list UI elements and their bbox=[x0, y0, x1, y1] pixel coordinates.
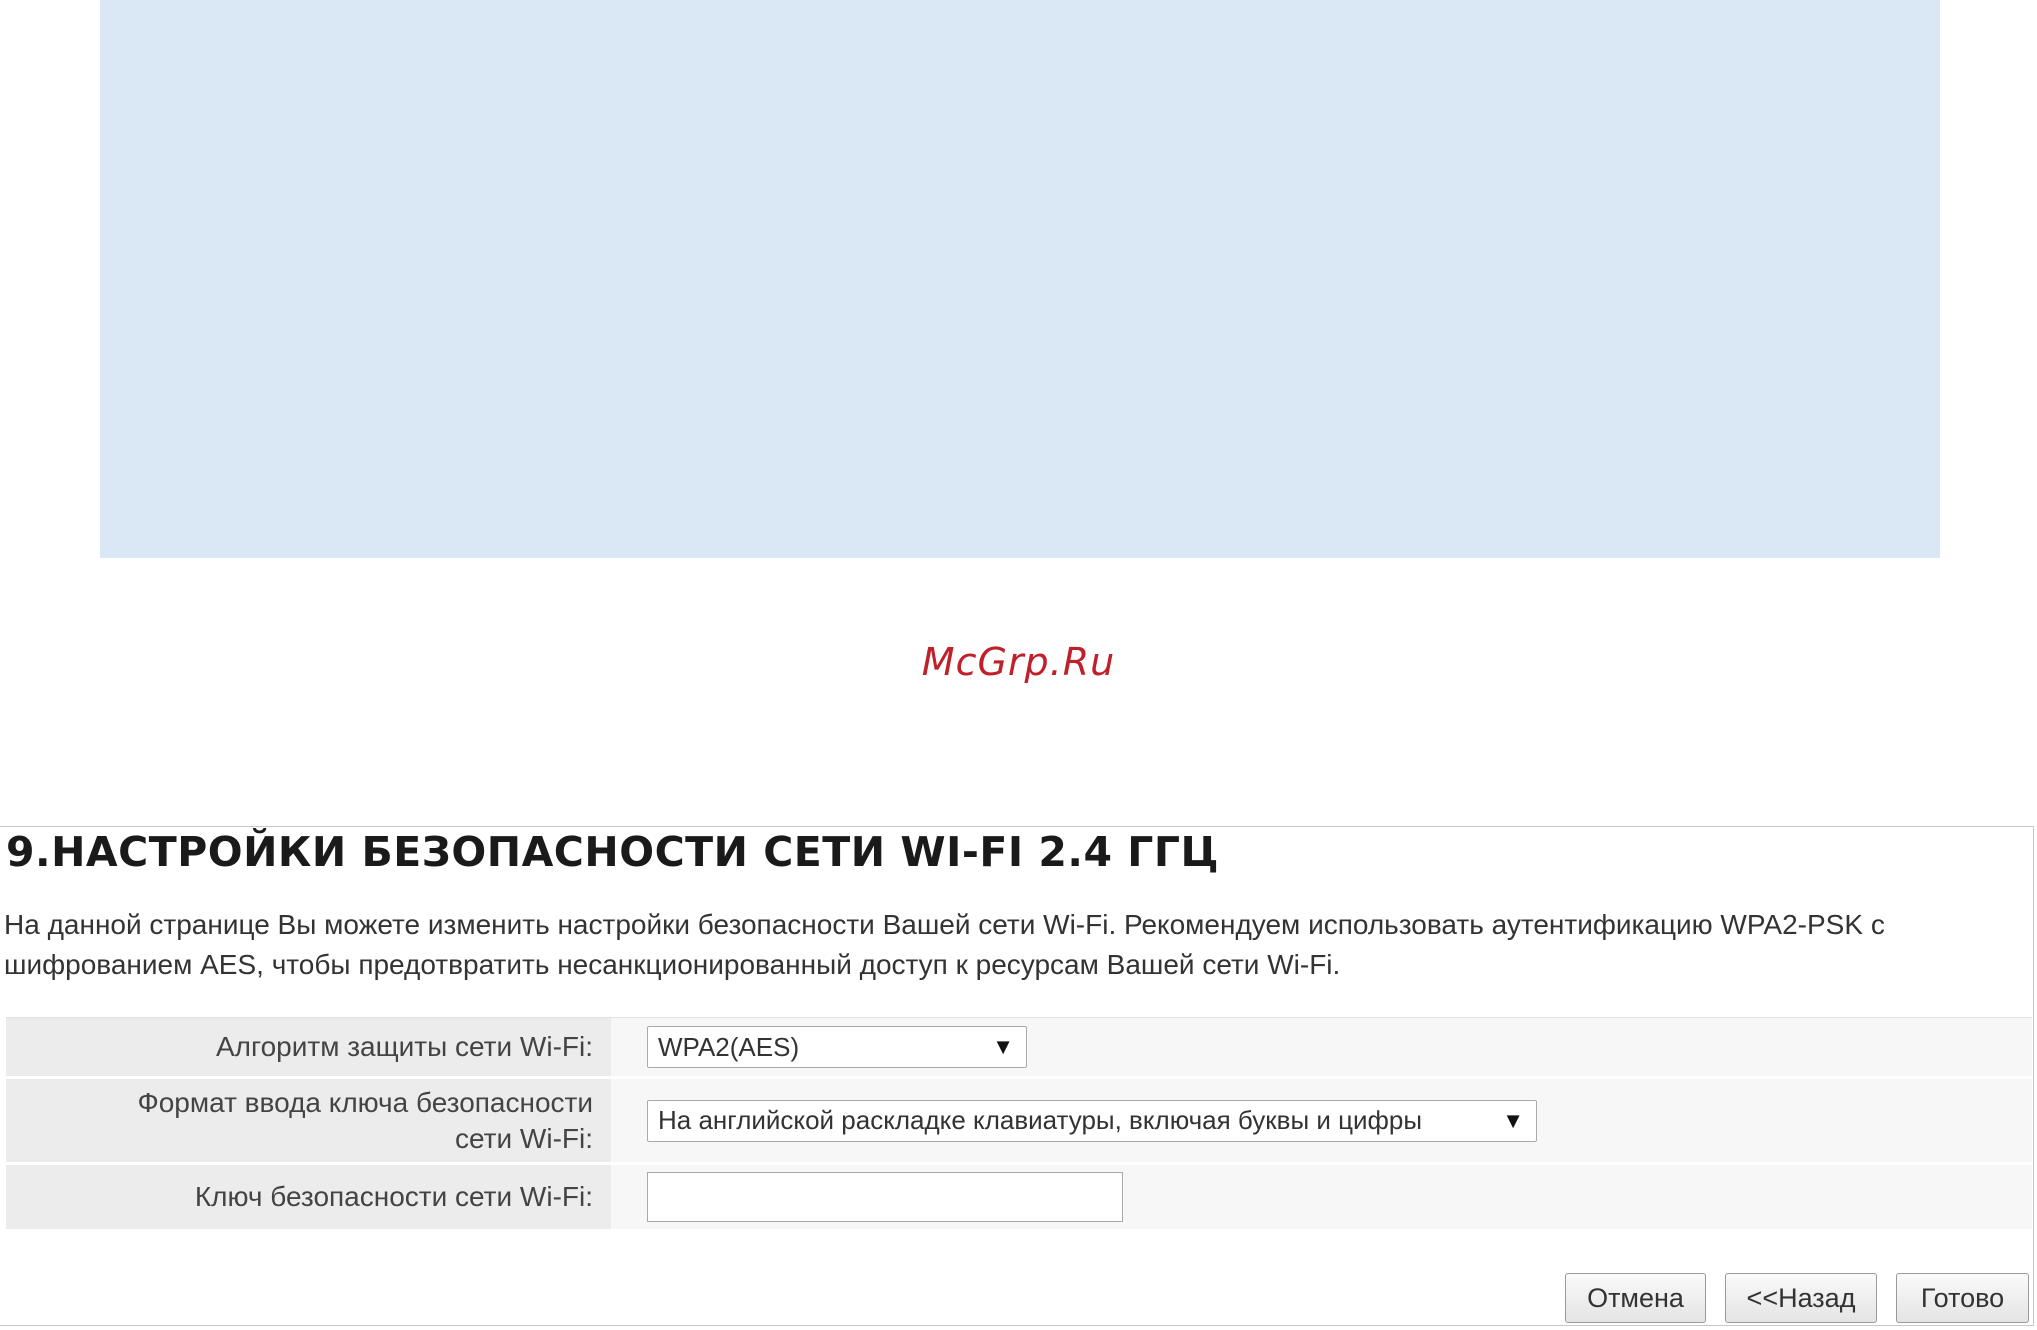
info-panel bbox=[100, 0, 1940, 558]
action-buttons: Отмена <<Назад Готово bbox=[1565, 1273, 2029, 1323]
form-row-security-algorithm: Алгоритм защиты сети Wi-Fi: WPA2(AES) ▼ bbox=[6, 1018, 2032, 1079]
page-title: 9.НАСТРОЙКИ БЕЗОПАСНОСТИ СЕТИ WI-FI 2.4 … bbox=[6, 828, 1220, 876]
security-algorithm-select[interactable]: WPA2(AES) ▼ bbox=[647, 1026, 1027, 1068]
watermark: McGrp.Ru bbox=[921, 640, 1116, 684]
security-key-label: Ключ безопасности сети Wi-Fi: bbox=[6, 1165, 611, 1229]
key-format-select[interactable]: На английской раскладке клавиатуры, вклю… bbox=[647, 1099, 1537, 1142]
intro-text: На данной странице Вы можете изменить на… bbox=[4, 909, 1885, 980]
key-format-field-cell: На английской раскладке клавиатуры, вклю… bbox=[611, 1079, 2032, 1162]
key-format-label: Формат ввода ключа безопасности сети Wi-… bbox=[6, 1079, 611, 1162]
key-format-label-line2: сети Wi-Fi: bbox=[455, 1122, 593, 1154]
security-algorithm-field-cell: WPA2(AES) ▼ bbox=[611, 1018, 2032, 1076]
done-button[interactable]: Готово bbox=[1896, 1273, 2029, 1323]
form-row-key-format: Формат ввода ключа безопасности сети Wi-… bbox=[6, 1079, 2032, 1165]
key-format-value: На английской раскладке клавиатуры, вклю… bbox=[658, 1105, 1423, 1135]
chevron-down-icon: ▼ bbox=[992, 1034, 1014, 1059]
security-algorithm-value: WPA2(AES) bbox=[658, 1031, 800, 1062]
key-format-label-line1: Формат ввода ключа безопасности bbox=[137, 1086, 593, 1118]
security-key-input[interactable] bbox=[647, 1172, 1123, 1222]
back-button[interactable]: <<Назад bbox=[1725, 1273, 1877, 1323]
wifi-security-page: 9.НАСТРОЙКИ БЕЗОПАСНОСТИ СЕТИ WI-FI 2.4 … bbox=[0, 826, 2034, 1326]
cancel-button[interactable]: Отмена bbox=[1565, 1273, 1706, 1323]
security-key-field-cell bbox=[611, 1165, 2032, 1229]
chevron-down-icon: ▼ bbox=[1502, 1107, 1524, 1133]
form-row-security-key: Ключ безопасности сети Wi-Fi: bbox=[6, 1165, 2032, 1232]
settings-form: Алгоритм защиты сети Wi-Fi: WPA2(AES) ▼ … bbox=[6, 1017, 2032, 1232]
security-algorithm-label: Алгоритм защиты сети Wi-Fi: bbox=[6, 1018, 611, 1076]
